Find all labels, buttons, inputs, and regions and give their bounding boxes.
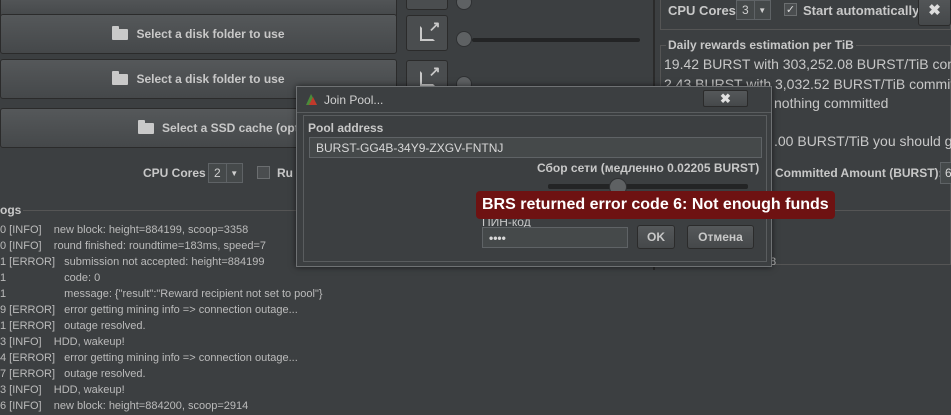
dialog-title: Join Pool... bbox=[324, 93, 384, 107]
cpu-cores-label-left: CPU Cores bbox=[143, 166, 206, 180]
join-pool-dialog: Join Pool... ✖ Pool address BURST-GG4B-3… bbox=[296, 86, 772, 267]
stop-button[interactable]: ✖ bbox=[918, 0, 951, 26]
committed-amount-label: Committed Amount (BURST): bbox=[775, 166, 943, 180]
log-line: 4 [ERROR] error getting mining info => c… bbox=[0, 352, 298, 364]
folder-icon bbox=[112, 70, 129, 85]
fee-label: Сбор сети (медленно 0.02205 BURST) bbox=[537, 161, 760, 175]
log-line: 7 [ERROR] outage resolved. bbox=[0, 368, 146, 380]
cpu-cores-value-right: 3 bbox=[742, 3, 749, 17]
select-disk-folder-label-1: Select a disk folder to use bbox=[136, 27, 285, 41]
chevron-down-icon: ▼ bbox=[225, 164, 242, 182]
open-external-button-1[interactable] bbox=[406, 15, 448, 51]
slider-track-1[interactable] bbox=[472, 38, 640, 42]
reward-line-3: nothing committed bbox=[774, 95, 889, 111]
folder-icon bbox=[112, 25, 129, 40]
log-line: 3 [INFO] HDD, wakeup! bbox=[0, 384, 125, 396]
open-external-button-0[interactable] bbox=[406, 0, 448, 10]
cpu-cores-combo-right[interactable]: 3 ▼ bbox=[736, 0, 771, 20]
pool-address-label: Pool address bbox=[308, 121, 384, 135]
cpu-cores-combo-left[interactable]: 2 ▼ bbox=[208, 163, 243, 183]
log-line: 1 message: {"result":"Reward recipient n… bbox=[0, 288, 323, 300]
slider-knob-1[interactable] bbox=[456, 31, 472, 47]
committed-amount-input[interactable]: 6 bbox=[940, 162, 951, 184]
select-ssd-cache-label: Select a SSD cache (opti bbox=[161, 121, 303, 135]
log-line: 0 [INFO] round finished: roundtime=183ms… bbox=[0, 240, 266, 252]
log-line: 0 [INFO] new block: height=884199, scoop… bbox=[0, 224, 249, 236]
rewards-title: Daily rewards estimation per TiB bbox=[666, 38, 856, 52]
cpu-cores-value-left: 2 bbox=[214, 166, 221, 180]
reward-line-4: .00 BURST/TiB you should g bbox=[774, 133, 951, 149]
error-banner: BRS returned error code 6: Not enough fu… bbox=[476, 191, 835, 219]
open-external-icon bbox=[419, 63, 441, 86]
logs-title: ogs bbox=[0, 203, 24, 217]
run-checkbox[interactable] bbox=[257, 166, 270, 179]
dialog-close-button[interactable]: ✖ bbox=[703, 90, 748, 107]
log-line: 1 [ERROR] outage resolved. bbox=[0, 320, 146, 332]
close-icon: ✖ bbox=[928, 2, 941, 19]
log-line: 6 [INFO] new block: height=884200, scoop… bbox=[0, 400, 249, 412]
pin-input[interactable]: •••• bbox=[482, 227, 628, 248]
fee-slider-track[interactable] bbox=[548, 184, 748, 189]
app-icon bbox=[306, 94, 317, 105]
start-automatically-label: Start automatically bbox=[803, 3, 920, 18]
pool-address-input[interactable]: BURST-GG4B-34Y9-ZXGV-FNTNJ bbox=[309, 137, 762, 158]
select-disk-folder-label-2: Select a disk folder to use bbox=[136, 72, 285, 86]
ok-button[interactable]: OK bbox=[637, 225, 675, 249]
run-label: Ru bbox=[277, 166, 293, 180]
chevron-down-icon: ▼ bbox=[753, 1, 770, 19]
dialog-titlebar[interactable]: Join Pool... ✖ bbox=[297, 87, 771, 113]
open-external-icon bbox=[419, 18, 441, 41]
cpu-cores-label-right: CPU Cores bbox=[668, 3, 736, 18]
slider-knob-0[interactable] bbox=[456, 0, 472, 10]
cancel-button[interactable]: Отмена bbox=[687, 225, 754, 249]
folder-icon bbox=[137, 119, 154, 134]
log-line: 1 [ERROR] submission not accepted: heigh… bbox=[0, 256, 265, 268]
select-disk-folder-button-1[interactable]: Select a disk folder to use bbox=[0, 14, 397, 54]
dialog-content: Pool address BURST-GG4B-34Y9-ZXGV-FNTNJ … bbox=[303, 115, 767, 262]
close-icon: ✖ bbox=[720, 90, 731, 106]
log-line: 9 [ERROR] error getting mining info => c… bbox=[0, 304, 298, 316]
reward-line-1: 19.42 BURST with 303,252.08 BURST/TiB co… bbox=[664, 56, 951, 72]
log-line: 1 code: 0 bbox=[0, 272, 101, 284]
start-automatically-checkbox[interactable]: ✓ bbox=[784, 3, 797, 16]
log-line: 3 [INFO] HDD, wakeup! bbox=[0, 336, 125, 348]
